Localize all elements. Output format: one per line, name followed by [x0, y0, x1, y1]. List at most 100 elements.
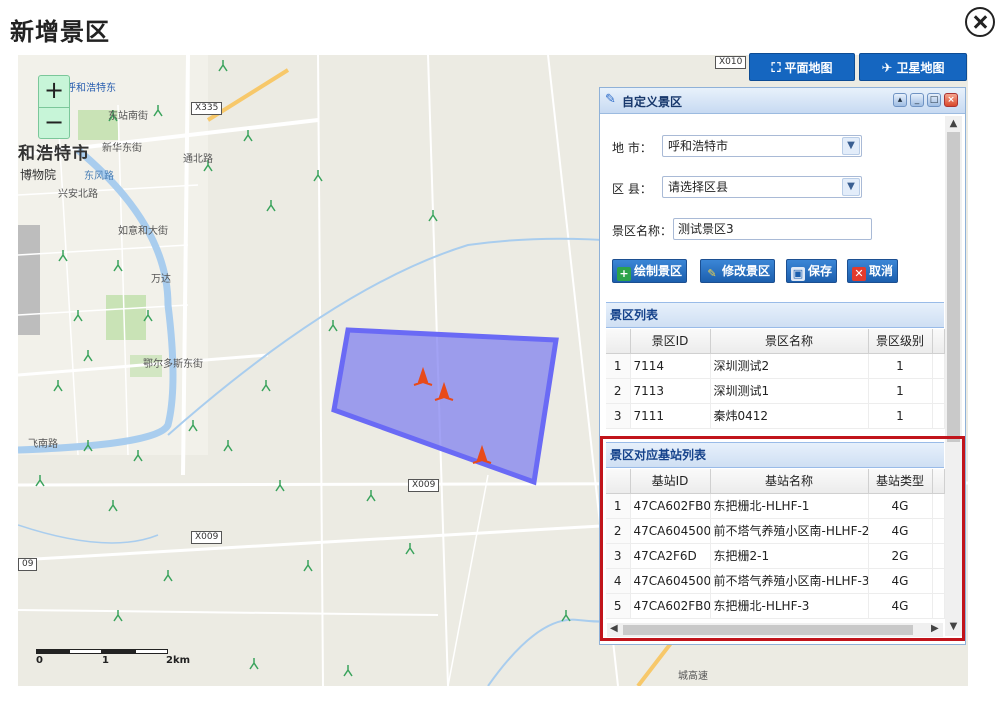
scale-label: 2km	[166, 655, 191, 666]
city-select-value: 呼和浩特市	[668, 139, 729, 153]
row-number: 2	[606, 378, 631, 404]
table-header-row: 基站ID 基站名称 基站类型	[606, 469, 945, 494]
scenic-tool-icon: ✎	[605, 92, 616, 107]
dialog-title: 新增景区	[10, 18, 110, 46]
table-row[interactable]: 4 47CA6045008 前不塔气养殖小区南-HLHF-3 4G	[606, 568, 945, 594]
table-row[interactable]: 3 7111 秦炜0412 1	[606, 403, 945, 429]
cell-station-name: 前不塔气养殖小区南-HLHF-3	[710, 568, 869, 594]
plain-map-button[interactable]: ⛶ 平面地图	[749, 53, 855, 81]
map-label-museum: 博物院	[20, 168, 57, 182]
road-shield: 09	[18, 558, 38, 571]
chevron-down-icon: ▼	[842, 137, 860, 155]
road-shield: X010	[715, 56, 747, 69]
table-header-row: 景区ID 景区名称 景区级别	[606, 329, 945, 354]
table-row[interactable]: 1 47CA602FB0E 东把栅北-HLHF-1 4G	[606, 493, 945, 519]
draw-scenic-label: 绘制景区	[634, 264, 683, 278]
column-header[interactable]: 基站ID	[630, 469, 711, 494]
cell-scenic-name: 深圳测试2	[710, 353, 869, 379]
zoom-control: + −	[38, 75, 70, 139]
map-label-street: 飞南路	[28, 439, 58, 450]
map-label-street: 鄂尔多斯东街	[143, 359, 203, 370]
column-header[interactable]: 景区级别	[868, 329, 933, 354]
maximize-icon[interactable]: □	[927, 93, 941, 107]
map-label-street: 东站南街	[108, 111, 148, 122]
column-header[interactable]: 基站名称	[710, 469, 869, 494]
station-list-hscrollbar[interactable]: ◀ ▶	[607, 623, 943, 637]
building-block	[18, 225, 40, 335]
map-label-street: 兴安北路	[58, 189, 98, 200]
map-label-river: 东风路	[84, 171, 114, 182]
scale-bar: 0 1 2km	[36, 647, 190, 667]
panel-scrollbar[interactable]: ▲ ▼	[945, 116, 962, 636]
column-header	[606, 469, 631, 494]
map-label-city: 和浩特市	[18, 144, 90, 164]
cell-station-type: 4G	[868, 518, 933, 544]
cell-station-name: 东把栅北-HLHF-3	[710, 593, 869, 619]
row-number: 4	[606, 568, 631, 594]
satellite-icon: ✈	[881, 61, 893, 76]
station-list-title: 景区对应基站列表	[606, 442, 944, 468]
cell-station-id: 47CA6045008	[630, 568, 711, 594]
close-icon[interactable]: ×	[944, 93, 958, 107]
cancel-button[interactable]: ✕ 取消	[847, 259, 899, 283]
scenic-list-table: 景区ID 景区名称 景区级别 1 7114 深圳测试2 1 2 7113 深圳测…	[606, 329, 945, 429]
cell-scenic-level: 1	[868, 403, 933, 429]
cell-scenic-id: 7113	[630, 378, 711, 404]
minimize-icon[interactable]: _	[910, 93, 924, 107]
row-number: 1	[606, 493, 631, 519]
cell-station-id: 47CA602FB0E	[630, 593, 711, 619]
cell-scenic-level: 1	[868, 353, 933, 379]
table-row[interactable]: 2 47CA6045000 前不塔气养殖小区南-HLHF-2 4G	[606, 518, 945, 544]
save-button[interactable]: ▣ 保存	[786, 259, 838, 283]
cell-station-name: 东把栅2-1	[710, 543, 869, 569]
station-list-table: 基站ID 基站名称 基站类型 1 47CA602FB0E 东把栅北-HLHF-1…	[606, 469, 945, 619]
cell-station-type: 4G	[868, 568, 933, 594]
edit-scenic-label: 修改景区	[722, 264, 771, 278]
cell-station-type: 4G	[868, 593, 933, 619]
zoom-out-button[interactable]: −	[39, 107, 69, 138]
map-label-street: 万达	[151, 274, 171, 285]
column-header	[606, 329, 631, 354]
table-row[interactable]: 3 47CA2F6D 东把栅2-1 2G	[606, 543, 945, 569]
table-row[interactable]: 2 7113 深圳测试1 1	[606, 378, 945, 404]
scroll-up-icon[interactable]: ▲	[947, 118, 960, 129]
close-dialog-button[interactable]	[965, 7, 995, 37]
road-shield: X009	[191, 531, 223, 544]
row-number: 3	[606, 403, 631, 429]
panel-header[interactable]: ✎ 自定义景区 ▴ _ □ ×	[600, 88, 965, 114]
cell-scenic-level: 1	[868, 378, 933, 404]
cell-station-type: 2G	[868, 543, 933, 569]
county-label: 区 县：	[612, 182, 652, 196]
plus-icon: +	[617, 267, 631, 281]
x-icon: ✕	[852, 267, 866, 281]
cell-station-type: 4G	[868, 493, 933, 519]
scenic-name-input[interactable]: 测试景区3	[673, 218, 872, 240]
row-number: 2	[606, 518, 631, 544]
pencil-icon: ✎	[707, 267, 717, 280]
draw-scenic-button[interactable]: + 绘制景区	[612, 259, 688, 283]
zoom-in-button[interactable]: +	[39, 76, 69, 107]
cell-station-name: 东把栅北-HLHF-1	[710, 493, 869, 519]
plain-map-label: 平面地图	[784, 61, 833, 75]
cell-station-name: 前不塔气养殖小区南-HLHF-2	[710, 518, 869, 544]
column-header[interactable]: 景区名称	[710, 329, 869, 354]
column-header[interactable]: 基站类型	[868, 469, 933, 494]
column-header[interactable]: 景区ID	[630, 329, 711, 354]
cell-scenic-name: 秦炜0412	[710, 403, 869, 429]
scale-label: 0	[36, 655, 43, 666]
edit-scenic-button[interactable]: ✎ 修改景区	[700, 259, 776, 283]
collapse-icon[interactable]: ▴	[893, 93, 907, 107]
scroll-down-icon[interactable]: ▼	[947, 621, 960, 632]
scroll-left-icon[interactable]: ◀	[610, 623, 618, 634]
city-select[interactable]: 呼和浩特市 ▼	[662, 135, 862, 157]
scroll-right-icon[interactable]: ▶	[931, 623, 939, 634]
map-icon: ⛶	[771, 61, 781, 76]
cell-scenic-id: 7111	[630, 403, 711, 429]
county-select[interactable]: 请选择区县 ▼	[662, 176, 862, 198]
scale-label: 1	[102, 655, 109, 666]
satellite-map-button[interactable]: ✈ 卫星地图	[859, 53, 967, 81]
table-row[interactable]: 1 7114 深圳测试2 1	[606, 353, 945, 379]
map-label-street: 通北路	[183, 154, 213, 165]
table-row[interactable]: 5 47CA602FB0E 东把栅北-HLHF-3 4G	[606, 593, 945, 619]
panel-title: 自定义景区	[622, 95, 683, 109]
